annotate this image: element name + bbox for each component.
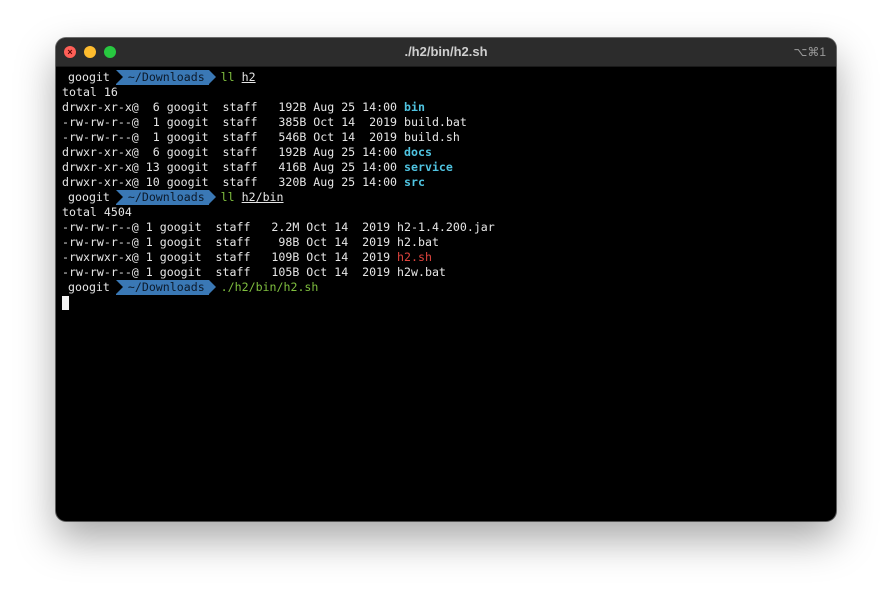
prompt-line: googit ~/Downloads ./h2/bin/h2.sh: [62, 280, 836, 295]
directory-name: service: [404, 160, 453, 174]
file-name: h2.bat: [397, 235, 439, 249]
listing-total: total 4504: [62, 205, 132, 219]
file-info: -rw-rw-r--@ 1 googit staff 105B Oct 14 2…: [62, 265, 398, 279]
prompt-cwd: ~/Downloads: [115, 70, 216, 85]
command-name: ll: [220, 70, 235, 84]
file-name: h2-1.4.200.jar: [397, 220, 495, 234]
file-info: -rw-rw-r--@ 1 googit staff 2.2M Oct 14 2…: [62, 220, 398, 234]
file-info: drwxr-xr-x@ 6 googit staff 192B Aug 25 1…: [62, 100, 405, 114]
prompt: googit ~/Downloads: [62, 280, 216, 295]
listing-row: -rw-rw-r--@ 1 googit staff 2.2M Oct 14 2…: [62, 220, 836, 235]
terminal-output[interactable]: googit ~/Downloads ll h2 total 16 drwxr-xr-x…: [56, 67, 836, 310]
file-info: -rw-rw-r--@ 1 googit staff 98B Oct 14 20…: [62, 235, 398, 249]
command-argument: h2: [241, 70, 256, 84]
listing-row: drwxr-xr-x@ 6 googit staff 192B Aug 25 1…: [62, 100, 836, 115]
file-info: -rw-rw-r--@ 1 googit staff 546B Oct 14 2…: [62, 130, 405, 144]
file-name: build.sh: [404, 130, 460, 144]
listing-row: drwxr-xr-x@ 6 googit staff 192B Aug 25 1…: [62, 145, 836, 160]
listing-row: -rw-rw-r--@ 1 googit staff 385B Oct 14 2…: [62, 115, 836, 130]
directory-name: bin: [404, 100, 425, 114]
listing-row: drwxr-xr-x@ 10 googit staff 320B Aug 25 …: [62, 175, 836, 190]
prompt-user: googit: [62, 280, 116, 295]
file-info: drwxr-xr-x@ 13 googit staff 416B Aug 25 …: [62, 160, 405, 174]
prompt-user: googit: [62, 190, 116, 205]
input-line[interactable]: [62, 295, 836, 310]
directory-name: docs: [404, 145, 432, 159]
command-name: ./h2/bin/h2.sh: [220, 280, 319, 294]
prompt-line: googit ~/Downloads ll h2: [62, 70, 836, 85]
directory-name: src: [404, 175, 425, 189]
listing-row: -rw-rw-r--@ 1 googit staff 105B Oct 14 2…: [62, 265, 836, 280]
file-info: drwxr-xr-x@ 10 googit staff 320B Aug 25 …: [62, 175, 405, 189]
window-shortcut: ⌥⌘1: [793, 45, 826, 59]
prompt-user: googit: [62, 70, 116, 85]
prompt-line: googit ~/Downloads ll h2/bin: [62, 190, 836, 205]
command-argument: h2/bin: [241, 190, 284, 204]
listing-row: -rwxrwxr-x@ 1 googit staff 109B Oct 14 2…: [62, 250, 836, 265]
file-info: -rwxrwxr-x@ 1 googit staff 109B Oct 14 2…: [62, 250, 398, 264]
title-bar: × ./h2/bin/h2.sh ⌥⌘1: [56, 38, 836, 67]
terminal-window: × ./h2/bin/h2.sh ⌥⌘1 googit ~/Downloads ll…: [56, 38, 836, 521]
executable-name: h2.sh: [397, 250, 432, 264]
prompt-cwd: ~/Downloads: [115, 190, 216, 205]
file-name: build.bat: [404, 115, 467, 129]
window-title: ./h2/bin/h2.sh: [404, 44, 488, 59]
file-name: h2w.bat: [397, 265, 446, 279]
listing-total: total 16: [62, 85, 118, 99]
file-info: drwxr-xr-x@ 6 googit staff 192B Aug 25 1…: [62, 145, 405, 159]
listing-row: -rw-rw-r--@ 1 googit staff 98B Oct 14 20…: [62, 235, 836, 250]
file-info: -rw-rw-r--@ 1 googit staff 385B Oct 14 2…: [62, 115, 405, 129]
prompt: googit ~/Downloads: [62, 190, 216, 205]
text-cursor: [62, 296, 69, 310]
prompt: googit ~/Downloads: [62, 70, 216, 85]
command-name: ll: [220, 190, 235, 204]
listing-row: drwxr-xr-x@ 13 googit staff 416B Aug 25 …: [62, 160, 836, 175]
listing-row: -rw-rw-r--@ 1 googit staff 546B Oct 14 2…: [62, 130, 836, 145]
prompt-cwd: ~/Downloads: [115, 280, 216, 295]
